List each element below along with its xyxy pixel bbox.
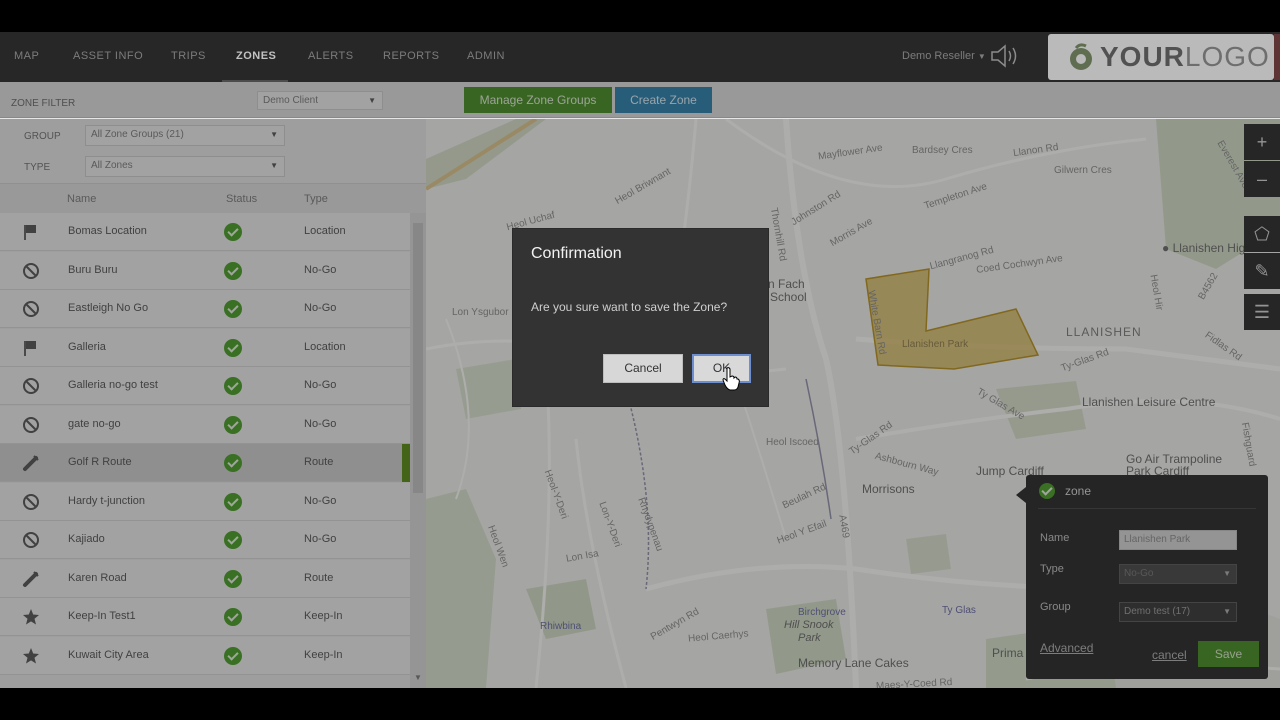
dialog-title: Confirmation (531, 245, 622, 262)
app-frame: MAP ASSET INFO TRIPS ZONES ALERTS REPORT… (0, 32, 1280, 688)
dialog-cancel-button[interactable]: Cancel (603, 354, 683, 383)
dialog-message: Are you sure want to save the Zone? (531, 300, 728, 314)
hand-cursor-icon (722, 367, 740, 391)
